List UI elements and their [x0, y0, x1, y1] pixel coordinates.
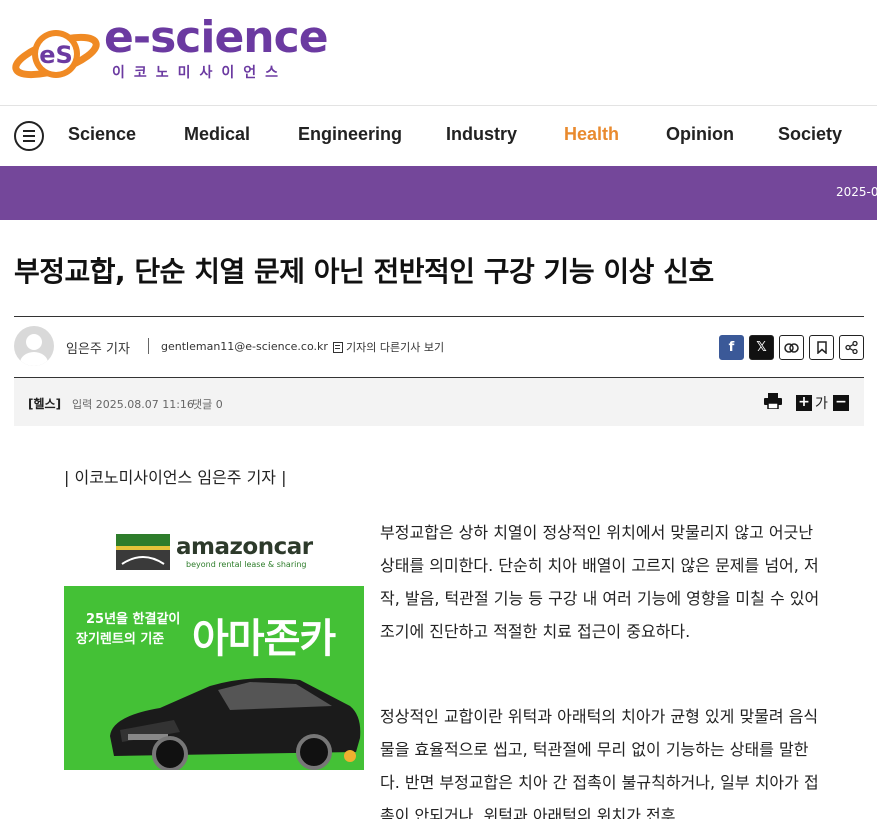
divider	[148, 338, 149, 354]
logo-wordmark: e-science	[104, 12, 329, 63]
facebook-share-button[interactable]: f	[719, 335, 744, 360]
main-nav: Science Medical Engineering Industry Hea…	[0, 106, 877, 166]
logo-mark-text: eS	[39, 41, 73, 69]
published-date: 입력 2025.08.07 11:16	[72, 398, 194, 411]
nav-item-science[interactable]: Science	[68, 124, 136, 145]
amazoncar-logo-icon	[116, 534, 170, 570]
reporter-email[interactable]: gentleman11@e-science.co.kr	[161, 340, 328, 353]
bookmark-icon	[816, 341, 827, 354]
nav-item-health[interactable]: Health	[564, 124, 619, 145]
ad-tagline: beyond rental lease & sharing	[186, 560, 307, 569]
more-articles-link[interactable]: 기자의 다른기사 보기	[333, 339, 444, 355]
document-icon	[333, 341, 343, 353]
print-icon[interactable]	[764, 393, 782, 409]
nav-item-opinion[interactable]: Opinion	[666, 124, 734, 145]
font-size-decrease-button[interactable]: −	[833, 395, 849, 411]
advertisement-banner[interactable]: amazoncar beyond rental lease & sharing …	[64, 520, 364, 770]
current-date: 2025-08	[836, 185, 877, 199]
logo-mark-icon: eS	[12, 30, 100, 79]
car-image	[110, 678, 361, 770]
share-icon	[845, 341, 858, 354]
reporter-name: 임은주 기자	[66, 342, 130, 357]
facebook-icon: f	[728, 340, 735, 355]
section-tag[interactable]: [헬스]	[28, 395, 61, 412]
comment-count[interactable]: 댓글 0	[192, 396, 223, 412]
article-meta-bar: [헬스] 입력 2025.08.07 11:16 댓글 0 + 가 −	[14, 378, 864, 426]
nav-item-engineering[interactable]: Engineering	[298, 124, 402, 145]
logo-subtitle: 이코노미사이언스	[112, 65, 288, 81]
font-size-label: 가	[815, 396, 828, 412]
bookmark-button[interactable]	[809, 335, 834, 360]
copy-link-button[interactable]	[779, 335, 804, 360]
share-button[interactable]	[839, 335, 864, 360]
article-paragraph: 부정교합은 상하 치열이 정상적인 위치에서 맞물리지 않고 어긋난 상태를 의…	[380, 523, 820, 641]
link-icon	[784, 342, 799, 353]
ad-line-2: 장기렌트의 기준	[76, 632, 165, 647]
nav-item-society[interactable]: Society	[778, 124, 842, 145]
divider	[14, 316, 864, 317]
ad-brand: amazoncar	[176, 534, 313, 560]
article-headline: 부정교합, 단순 치열 문제 아닌 전반적인 구강 기능 이상 신호	[14, 255, 714, 288]
font-size-increase-button[interactable]: +	[796, 395, 812, 411]
more-articles-label: 기자의 다른기사 보기	[346, 341, 445, 354]
site-header: eS e-science 이코노미사이언스	[0, 0, 877, 106]
site-logo[interactable]: eS e-science 이코노미사이언스	[12, 14, 342, 88]
x-share-button[interactable]: 𝕏	[749, 335, 774, 360]
article-paragraph: 정상적인 교합이란 위턱과 아래턱의 치아가 균형 있게 맞물려 음식물을 효율…	[380, 707, 819, 819]
reporter-avatar	[14, 326, 54, 366]
ad-line-1: 25년을 한결같이	[86, 612, 181, 627]
top-date-bar: 2025-08	[0, 166, 877, 220]
ad-headline: 아마존카	[192, 616, 336, 662]
nav-item-medical[interactable]: Medical	[184, 124, 250, 145]
x-icon: 𝕏	[756, 340, 767, 355]
article-credit: | 이코노미사이언스 임은주 기자 |	[64, 468, 287, 487]
nav-item-industry[interactable]: Industry	[446, 124, 517, 145]
hamburger-menu-icon[interactable]	[14, 121, 44, 151]
